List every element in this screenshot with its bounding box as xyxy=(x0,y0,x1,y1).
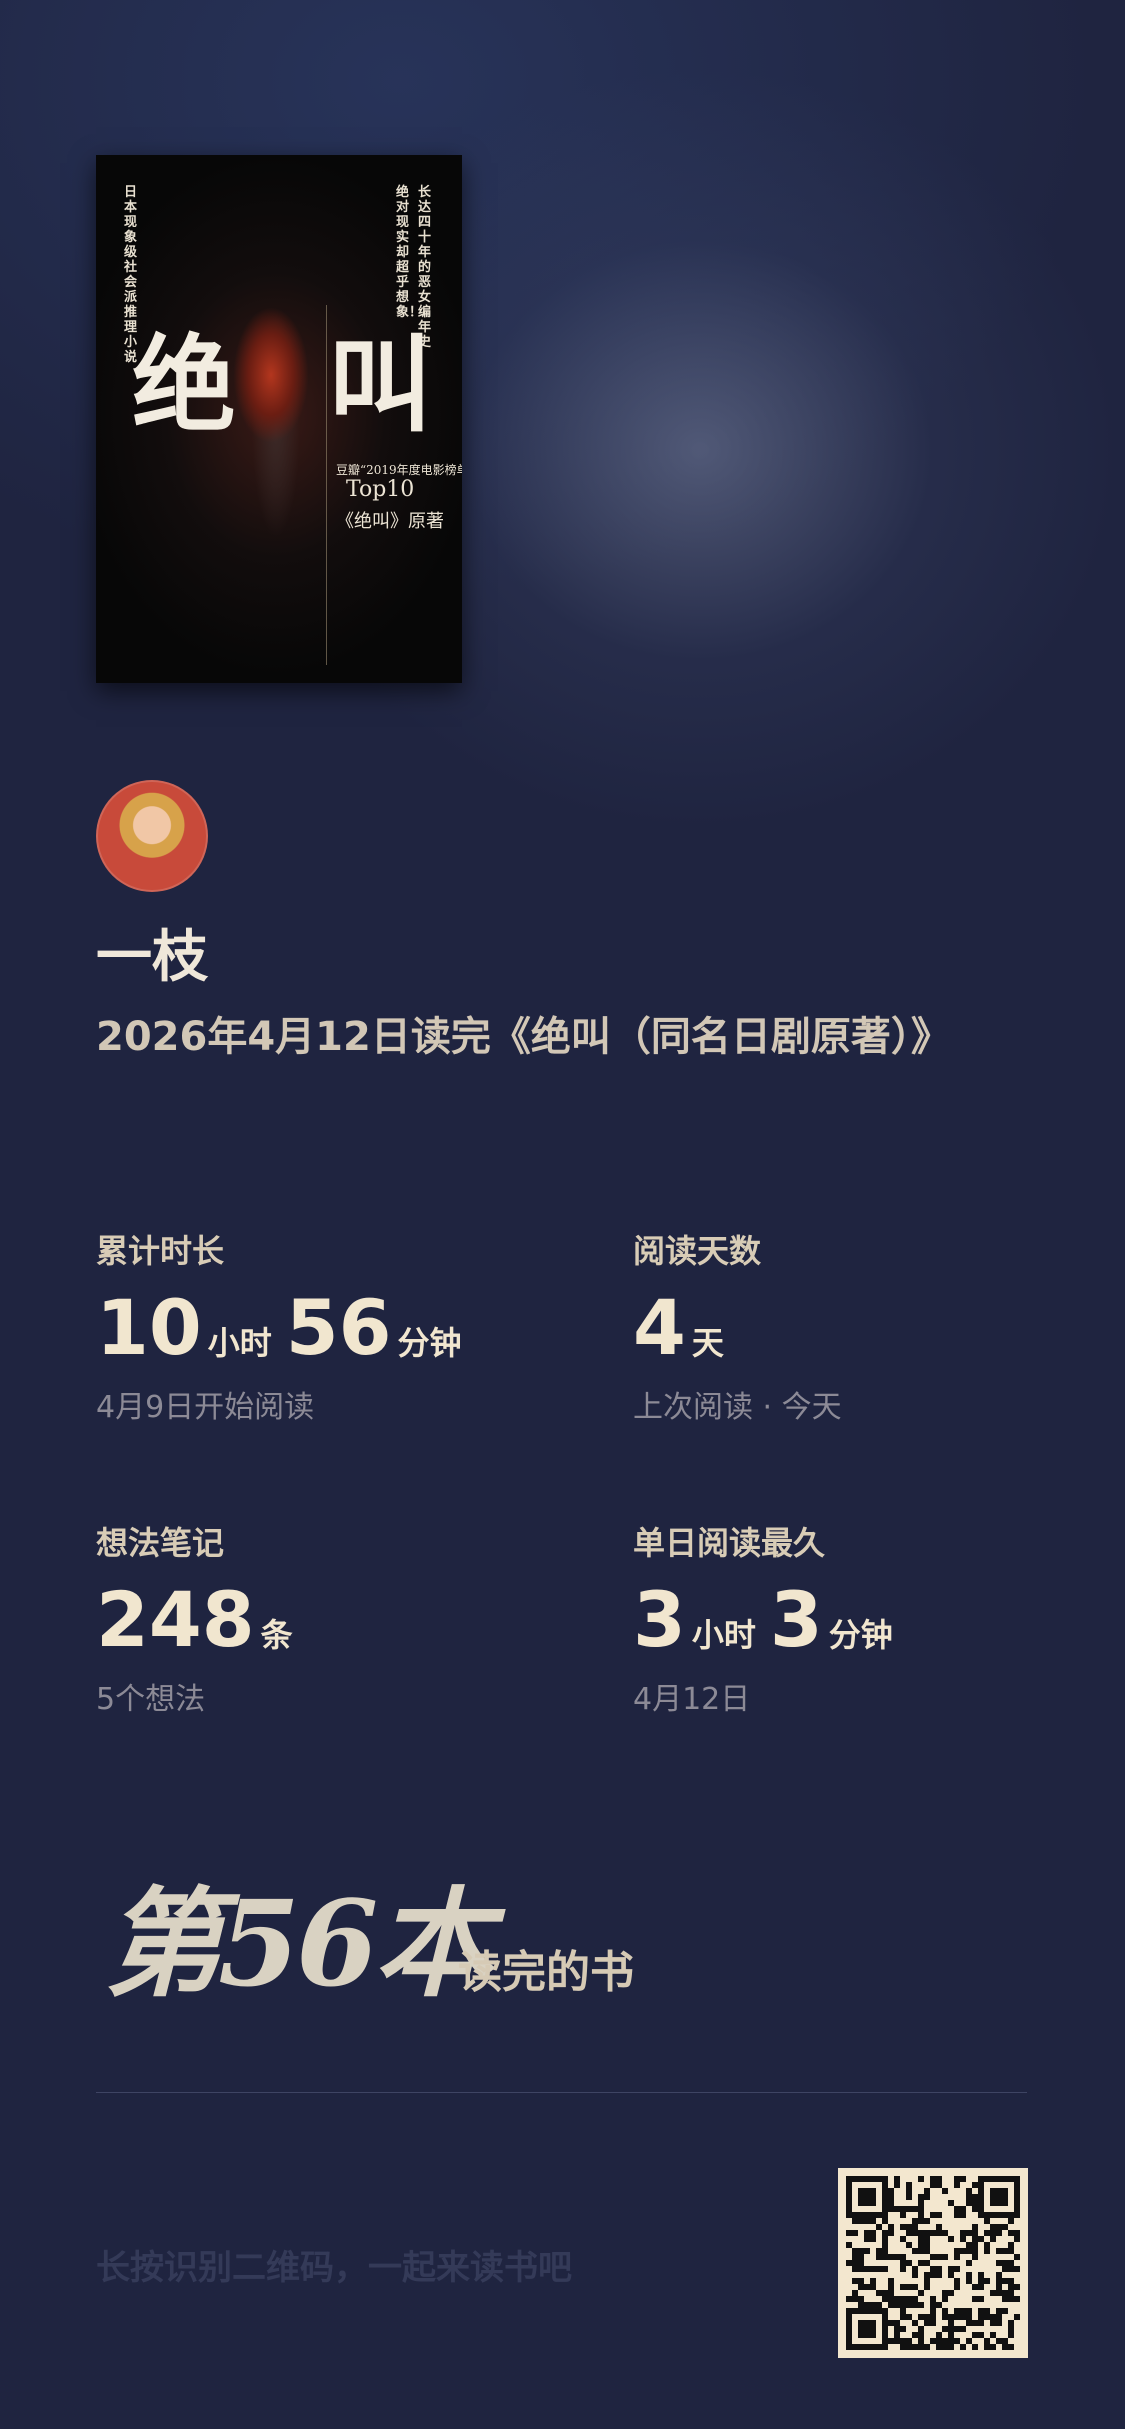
minutes-unit: 分钟 xyxy=(397,1324,462,1362)
days-number: 4 xyxy=(633,1283,686,1372)
avatar[interactable] xyxy=(96,780,208,892)
divider xyxy=(96,2092,1027,2093)
footer-text: 长按识别二维码，一起来读书吧 xyxy=(96,2248,572,2288)
stat-longest-day: 单日阅读最久 3 小时 3 分钟 4月12日 xyxy=(633,1518,907,1718)
cover-vertical-text-3: 绝对现实却超乎想象！ xyxy=(396,185,423,320)
cover-title-char-2: 叫 xyxy=(328,323,433,446)
stat-sub: 4月12日 xyxy=(633,1682,751,1717)
hours-unit: 小时 xyxy=(207,1324,272,1362)
cover-top-text: Top10 xyxy=(346,477,415,502)
stat-value: 4天 xyxy=(633,1290,842,1366)
days-unit: 天 xyxy=(691,1324,724,1362)
stat-label: 累计时长 xyxy=(96,1232,225,1270)
hours-number: 3 xyxy=(633,1575,686,1664)
stat-value: 10 小时 56 分钟 xyxy=(96,1290,476,1366)
notes-number: 248 xyxy=(96,1575,255,1664)
stat-read-days: 阅读天数 4天 上次阅读 · 今天 xyxy=(633,1226,842,1426)
stat-sub: 上次阅读 · 今天 xyxy=(633,1390,842,1425)
qr-code[interactable] xyxy=(838,2168,1028,2358)
stat-value: 3 小时 3 分钟 xyxy=(633,1582,907,1658)
stat-label: 阅读天数 xyxy=(633,1232,762,1270)
cover-title-char-1: 绝 xyxy=(132,323,237,446)
stat-sub: 4月9日开始阅读 xyxy=(96,1390,315,1425)
stat-notes: 想法笔记 248 条 5个想法 xyxy=(96,1518,307,1718)
finish-date-text: 2026年4月12日读完《绝叫（同名日剧原著）》 xyxy=(96,1014,951,1060)
notes-unit: 条 xyxy=(260,1616,293,1654)
minutes-number: 56 xyxy=(285,1283,392,1372)
username: 一枝 xyxy=(96,925,208,990)
stat-sub: 5个想法 xyxy=(96,1682,206,1717)
book-rank-number: 第56本 xyxy=(104,1874,492,2013)
hours-unit: 小时 xyxy=(691,1616,756,1654)
book-cover[interactable]: 日本现象级社会派推理小说 长达四十年的恶女编年史 绝对现实却超乎想象！ 绝 叫 … xyxy=(96,155,462,683)
stat-label: 单日阅读最久 xyxy=(633,1524,826,1562)
stat-value: 248 条 xyxy=(96,1582,307,1658)
cover-original-text: 《绝叫》原著 xyxy=(336,511,444,532)
book-rank-suffix: 读完的书 xyxy=(458,1947,634,1998)
stat-label: 想法笔记 xyxy=(96,1524,225,1562)
minutes-unit: 分钟 xyxy=(828,1616,893,1654)
hours-number: 10 xyxy=(96,1283,202,1372)
minutes-number: 3 xyxy=(769,1575,823,1664)
cover-vertical-text-1: 日本现象级社会派推理小说 xyxy=(124,185,138,365)
stat-total-time: 累计时长 10 小时 56 分钟 4月9日开始阅读 xyxy=(96,1226,476,1426)
cover-divider xyxy=(326,305,327,665)
cover-rank-line: 豆瓣“2019年度电影榜单” xyxy=(336,463,462,477)
qr-code-icon xyxy=(846,2176,1020,2350)
